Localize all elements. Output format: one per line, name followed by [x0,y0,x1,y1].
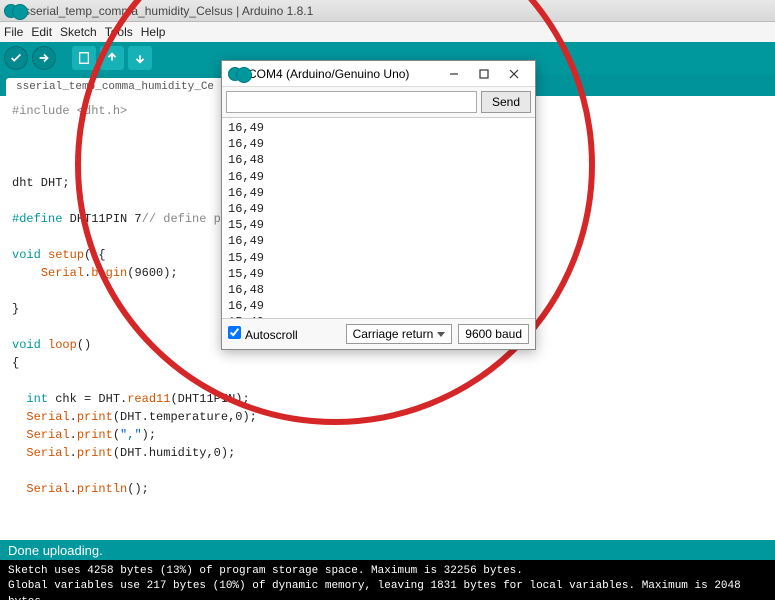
verify-button[interactable] [4,46,28,70]
close-button[interactable] [499,64,529,84]
status-bar: Done uploading. [0,540,775,560]
menu-sketch[interactable]: Sketch [60,25,97,39]
arduino-logo-icon [228,67,242,81]
menu-tools[interactable]: Tools [105,25,133,39]
serial-input[interactable] [226,91,477,113]
serial-output[interactable]: 16,4916,4916,4816,4916,4916,4915,4916,49… [222,118,535,318]
autoscroll-checkbox-label[interactable]: Autoscroll [228,326,298,342]
serial-title-bar[interactable]: COM4 (Arduino/Genuino Uno) [222,61,535,87]
new-button[interactable] [72,46,96,70]
open-button[interactable] [100,46,124,70]
menu-file[interactable]: File [4,25,23,39]
menu-edit[interactable]: Edit [31,25,52,39]
serial-send-row: Send [222,87,535,118]
app-title: sserial_temp_comma_humidity_Celsus | Ard… [24,4,313,18]
build-console: Sketch uses 4258 bytes (13%) of program … [0,560,775,600]
baud-select[interactable]: 9600 baud [458,324,529,344]
send-button[interactable]: Send [481,91,531,113]
autoscroll-checkbox[interactable] [228,326,241,339]
chevron-down-icon [437,332,445,337]
app-title-bar: sserial_temp_comma_humidity_Celsus | Ard… [0,0,775,22]
serial-monitor-window: COM4 (Arduino/Genuino Uno) Send 16,4916,… [221,60,536,350]
menu-bar: File Edit Sketch Tools Help [0,22,775,42]
line-ending-select[interactable]: Carriage return [346,324,453,344]
tab-label: sserial_temp_comma_humidity_Ce [16,81,214,93]
upload-button[interactable] [32,46,56,70]
minimize-button[interactable] [439,64,469,84]
maximize-button[interactable] [469,64,499,84]
sketch-tab[interactable]: sserial_temp_comma_humidity_Ce× [6,78,237,96]
serial-bottom-bar: Autoscroll Carriage return 9600 baud [222,318,535,349]
menu-help[interactable]: Help [141,25,166,39]
save-button[interactable] [128,46,152,70]
arduino-logo-icon [4,4,18,18]
serial-title: COM4 (Arduino/Genuino Uno) [248,67,409,81]
